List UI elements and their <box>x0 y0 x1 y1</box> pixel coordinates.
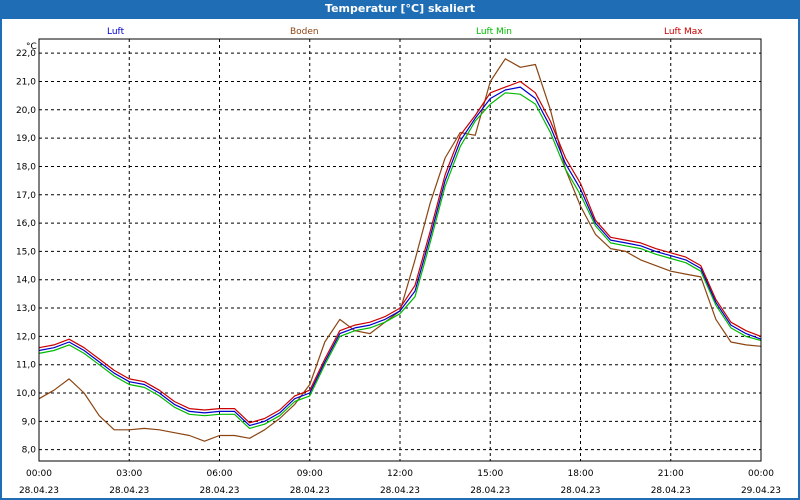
x-tick-time: 00:00 <box>26 469 52 479</box>
chart-panel: Luft Boden Luft Min Luft Max °C 8,0 9,0 10… <box>2 19 798 498</box>
x-tick-labels: 00:00 28.04.23 03:00 28.04.23 06:00 28.04.23 0… <box>19 469 781 496</box>
y-tick-label: 18,0 <box>16 162 36 172</box>
x-tick-date: 28.04.23 <box>651 486 691 496</box>
y-tick-label: 19,0 <box>16 134 36 144</box>
y-tick-label: 21,0 <box>16 77 36 87</box>
x-tick-date: 28.04.23 <box>19 486 59 496</box>
y-tick-label: 15,0 <box>16 247 36 257</box>
x-tick-time: 12:00 <box>387 469 413 479</box>
y-tick-label: 13,0 <box>16 304 36 314</box>
x-tick-time: 15:00 <box>477 469 503 479</box>
legend-boden: Boden <box>290 27 319 37</box>
legend-luft-max: Luft Max <box>664 27 703 37</box>
y-tick-label: 12,0 <box>16 332 36 342</box>
x-tick-time: 21:00 <box>658 469 684 479</box>
x-tick-date: 28.04.23 <box>290 486 330 496</box>
x-tick-time: 00:00 <box>748 469 774 479</box>
y-tick-label: 20,0 <box>16 106 36 116</box>
y-tick-label: 10,0 <box>16 389 36 399</box>
y-tick-label: 22,0 <box>16 49 36 59</box>
y-tick-label: 14,0 <box>16 276 36 286</box>
legend-luft-min: Luft Min <box>476 27 512 37</box>
x-tick-time: 18:00 <box>568 469 594 479</box>
x-tick-time: 09:00 <box>297 469 323 479</box>
y-tick-label: 8,0 <box>22 446 37 456</box>
chart-window: Temperatur [°C] skaliert Luft Boden Luft… <box>0 0 800 500</box>
y-tick-label: 11,0 <box>16 361 36 371</box>
legend-luft: Luft <box>107 27 125 37</box>
x-tick-date: 28.04.23 <box>109 486 149 496</box>
x-tick-date: 28.04.23 <box>380 486 420 496</box>
y-tick-label: 17,0 <box>16 191 36 201</box>
y-tick-label: 16,0 <box>16 219 36 229</box>
y-tick-label: 9,0 <box>22 417 37 427</box>
x-tick-date: 28.04.23 <box>199 486 239 496</box>
x-tick-date: 28.04.23 <box>560 486 600 496</box>
x-tick-date: 29.04.23 <box>741 486 781 496</box>
x-tick-time: 06:00 <box>207 469 233 479</box>
window-title: Temperatur [°C] skaliert <box>325 2 475 15</box>
temperature-chart: Luft Boden Luft Min Luft Max °C 8,09,010… <box>16 27 781 496</box>
x-tick-time: 03:00 <box>116 469 142 479</box>
y-tick-labels: 8,0 9,0 10,0 11,0 12,0 13,0 14,0 15,0 16,0 17,0 18… <box>16 49 36 456</box>
x-tick-date: 28.04.23 <box>470 486 510 496</box>
